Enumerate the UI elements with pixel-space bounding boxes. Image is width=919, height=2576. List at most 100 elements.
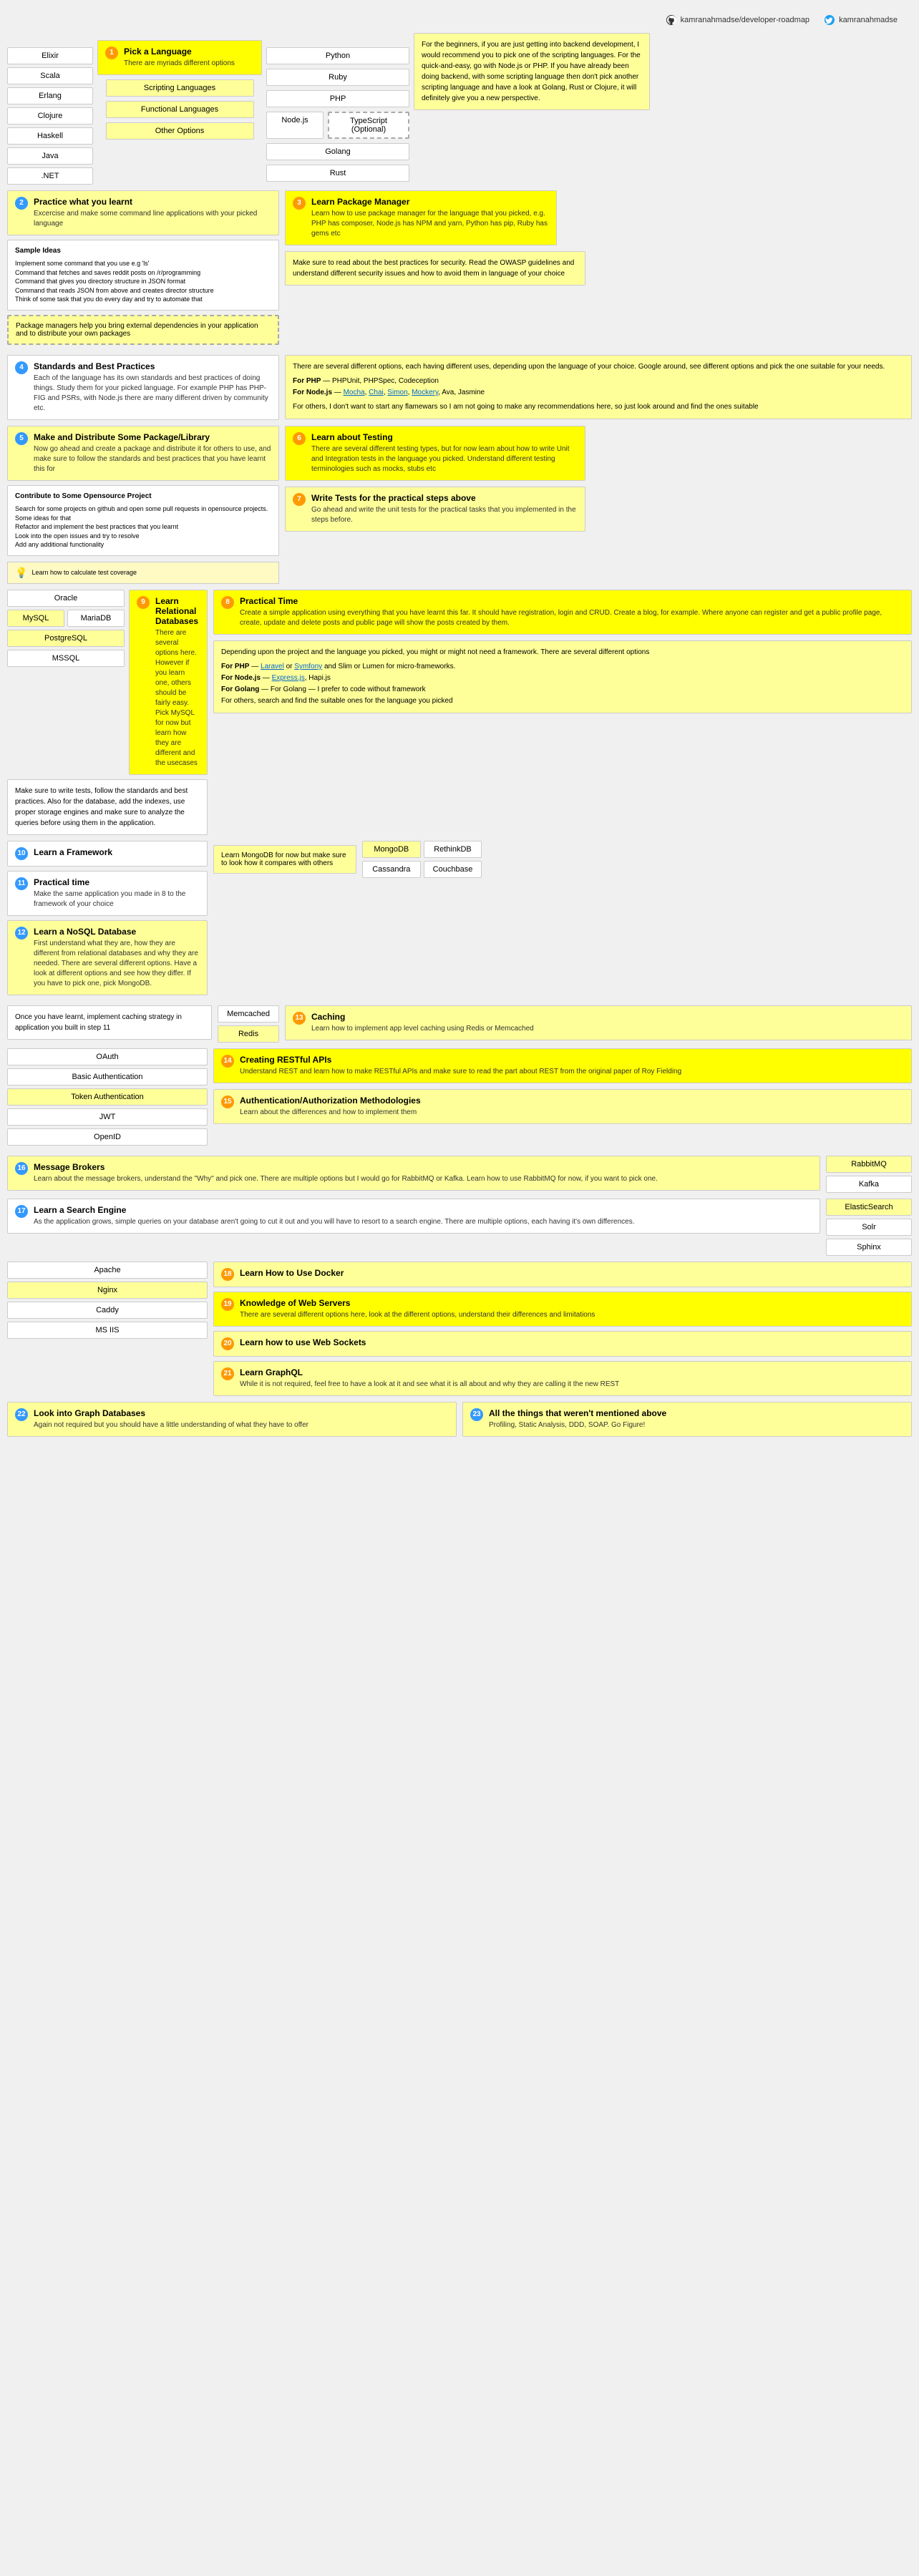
section4-num: 4 (15, 361, 28, 374)
section8-num: 8 (221, 596, 234, 609)
others10-desc: For others, search and find the suitable… (221, 696, 904, 707)
twitter-link[interactable]: kamranahmadse (824, 14, 898, 26)
section2-num: 2 (15, 197, 28, 210)
opensource-box: Contribute to Some Opensource Project Se… (7, 485, 279, 556)
search-sphinx: Sphinx (826, 1239, 912, 1256)
section13-desc: Learn how to implement app level caching… (311, 1024, 534, 1034)
section12-title: Learn a NoSQL Database (34, 927, 200, 937)
section18-box: 18 Learn How to Use Docker (213, 1262, 912, 1287)
section13-badge: 13 (293, 1012, 306, 1025)
section17-box: 17 Learn a Search Engine As the applicat… (7, 1199, 820, 1234)
section20-title: Learn how to use Web Sockets (240, 1337, 366, 1347)
nosql-mongodb: MongoDB (362, 841, 421, 858)
section1-desc: There are myriads different options (124, 59, 235, 69)
section14-row: OAuth Basic Authentication Token Authent… (7, 1048, 912, 1150)
section2-title: Practice what you learnt (34, 197, 271, 207)
section16-num: 16 (15, 1162, 28, 1175)
section17-row: 17 Learn a Search Engine As the applicat… (7, 1199, 912, 1256)
webserver-items: Apache Nginx Caddy MS IIS (7, 1262, 208, 1339)
auth-jwt: JWT (7, 1108, 208, 1126)
search-solr: Solr (826, 1219, 912, 1236)
section18-title: Learn How to Use Docker (240, 1268, 344, 1278)
lang-typescript: TypeScript (Optional) (328, 112, 409, 139)
lang-haskell: Haskell (7, 127, 93, 145)
sections18-21-right: 18 Learn How to Use Docker 19 Knowledge … (213, 1262, 912, 1396)
lang-rust: Rust (266, 165, 409, 182)
section8-title: Practical Time (240, 596, 904, 606)
section13-row: Once you have learnt, implement caching … (7, 1005, 912, 1043)
nosql-layout: Learn MongoDB for now but make sure to l… (213, 841, 912, 878)
nodejs-label: For Node.js (293, 389, 332, 396)
auth-items-left: OAuth Basic Authentication Token Authent… (7, 1048, 208, 1150)
db-note-box: Make sure to write tests, follow the sta… (7, 779, 208, 835)
chai-link[interactable]: Chai (369, 389, 384, 396)
section21-box: 21 Learn GraphQL While it is not require… (213, 1361, 912, 1396)
section15-num: 15 (221, 1096, 234, 1108)
db-note: Make sure to write tests, follow the sta… (15, 787, 188, 827)
section2-row: 2 Practice what you learnt Excercise and… (7, 190, 912, 349)
section15-box: 15 Authentication/Authorization Methodol… (213, 1089, 912, 1124)
auth-oauth: OAuth (7, 1048, 208, 1065)
php10-label: For PHP (221, 663, 249, 670)
section23-box: 23 All the things that weren't mentioned… (462, 1402, 912, 1437)
lang-erlang: Erlang (7, 87, 93, 104)
section9-desc: There are several options here. However … (155, 628, 200, 769)
section3-title: Learn Package Manager (311, 197, 549, 207)
symfony-link[interactable]: Symfony (294, 663, 322, 670)
expressjs-link[interactable]: Express.js (272, 674, 305, 682)
section8-right: 8 Practical Time Create a simple applica… (213, 590, 912, 713)
nosql-area: Learn MongoDB for now but make sure to l… (213, 841, 912, 882)
sample-idea-2: Command that gives you directory structu… (15, 277, 271, 286)
broker-items: RabbitMQ Kafka (826, 1156, 912, 1193)
section13-box: 13 Caching Learn how to implement app le… (285, 1005, 912, 1040)
sample-idea-0: Implement some command that you use e.g … (15, 259, 271, 268)
cat-other: Other Options (106, 122, 254, 140)
cat-functional: Functional Languages (106, 101, 254, 118)
laravel-link[interactable]: Laravel (261, 663, 284, 670)
section10-title: Learn a Framework (34, 847, 112, 857)
sample-idea-4: Think of some task that you do every day… (15, 295, 271, 304)
mockery-link[interactable]: Mockery (412, 389, 438, 396)
section2-box: 2 Practice what you learnt Excercise and… (7, 190, 279, 235)
section7-desc: Go ahead and write the unit tests for th… (311, 505, 578, 525)
section14-title: Creating RESTful APIs (240, 1055, 681, 1065)
section6-area: 6 Learn about Testing There are several … (285, 426, 912, 532)
section4-row: 4 Standards and Best Practices Each of t… (7, 355, 912, 420)
opensource-item-2: Look into the open issues and try to res… (15, 532, 271, 541)
caching-left: Once you have learnt, implement caching … (7, 1005, 279, 1043)
section11-desc: Make the same application you made in 8 … (34, 889, 200, 909)
nosql-couchbase: Couchbase (424, 861, 482, 878)
ws-apache: Apache (7, 1262, 208, 1279)
section22-23-row: 22 Look into Graph Databases Again not r… (7, 1402, 912, 1437)
right-lang-items: Python Ruby PHP Node.js TypeScript (Opti… (266, 47, 409, 182)
section1-num: 1 (105, 47, 118, 59)
mocha-link[interactable]: Mocha (344, 389, 365, 396)
nosql-rethinkdb: RethinkDB (424, 841, 482, 858)
section1-row: Elixir Scala Erlang Clojure Haskell Java… (7, 33, 912, 185)
db-layout: Oracle MySQL MariaDB PostgreSQL MSSQL 9 … (7, 590, 208, 775)
lang-nodejs: Node.js (266, 112, 324, 139)
section6-title: Learn about Testing (311, 432, 578, 442)
ws-msiis: MS IIS (7, 1322, 208, 1339)
ws-nginx: Nginx (7, 1282, 208, 1299)
rest-auth-right: 14 Creating RESTful APIs Understand REST… (213, 1048, 912, 1124)
simon-link[interactable]: Simon (387, 389, 407, 396)
test-coverage-text: Learn how to calculate test coverage (31, 568, 137, 577)
section16-row: 16 Message Brokers Learn about the messa… (7, 1156, 912, 1193)
section2-desc: Excercise and make some command line app… (34, 209, 271, 229)
github-link[interactable]: kamranahmadse/developer-roadmap (666, 14, 809, 26)
section21-num: 21 (221, 1367, 234, 1380)
section17-title: Learn a Search Engine (34, 1205, 635, 1215)
nodejs10-label: For Node.js (221, 674, 261, 682)
section6-box: 6 Learn about Testing There are several … (285, 426, 585, 481)
databases-left: Oracle MySQL MariaDB PostgreSQL MSSQL 9 … (7, 590, 208, 835)
lang-php: PHP (266, 90, 409, 107)
twitter-icon (824, 14, 835, 26)
section3-box: 3 Learn Package Manager Learn how to use… (285, 190, 557, 245)
lang-scala: Scala (7, 67, 93, 84)
section19-num: 19 (221, 1298, 234, 1311)
section6-num: 6 (293, 432, 306, 445)
search-items: ElasticSearch Solr Sphinx (826, 1199, 912, 1256)
opensource-item-1: Refactor and implement the best practice… (15, 522, 271, 532)
lang-python: Python (266, 47, 409, 64)
